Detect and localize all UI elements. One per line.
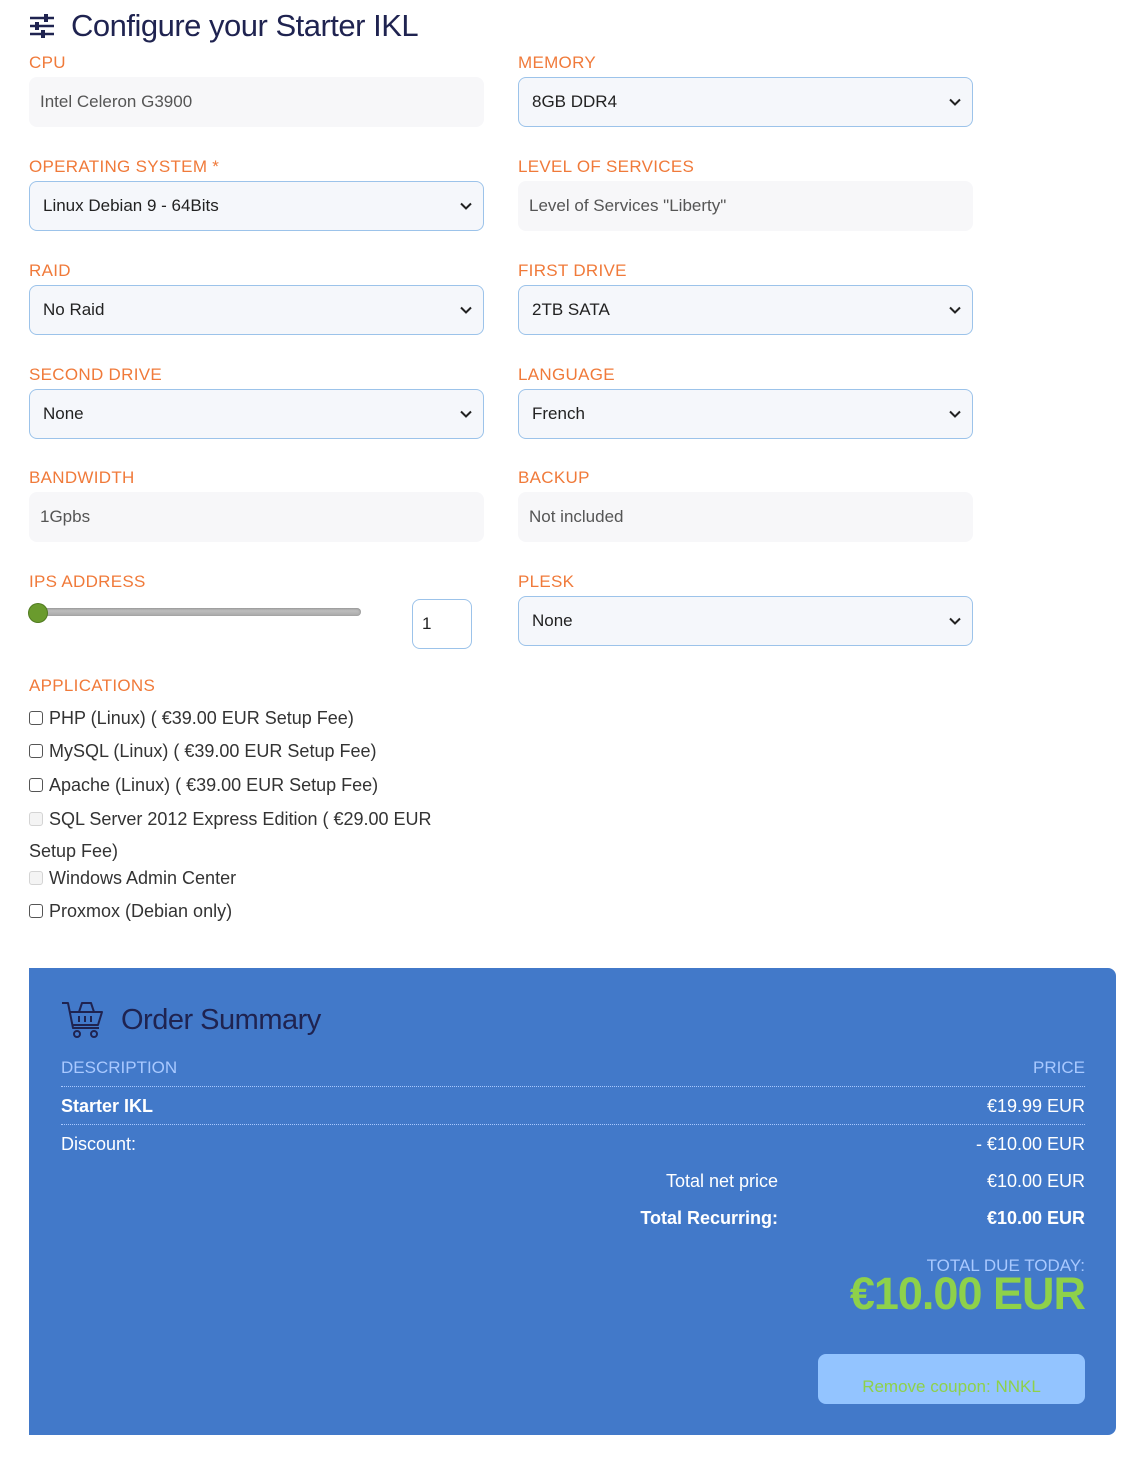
os-selected-value: Linux Debian 9 - 64Bits: [43, 196, 219, 215]
cpu-field: CPU Intel Celeron G3900: [29, 53, 484, 127]
price-column-header: PRICE: [1033, 1058, 1085, 1077]
plesk-field: PLESK None: [518, 572, 973, 646]
total-recurring-label: Total Recurring:: [640, 1208, 778, 1228]
level-of-services-label: LEVEL OF SERVICES: [518, 157, 695, 176]
plesk-select[interactable]: None: [518, 596, 973, 646]
app-option-label: MySQL (Linux) ( €39.00 EUR Setup Fee): [49, 741, 377, 761]
memory-selected-value: 8GB DDR4: [532, 92, 618, 111]
language-select[interactable]: French: [518, 389, 973, 439]
app-option-mysql[interactable]: MySQL (Linux) ( €39.00 EUR Setup Fee): [29, 735, 469, 767]
page-header: Configure your Starter IKL: [29, 8, 419, 44]
checkbox[interactable]: [29, 778, 43, 792]
raid-select[interactable]: No Raid: [29, 285, 484, 335]
app-option-apache[interactable]: Apache (Linux) ( €39.00 EUR Setup Fee): [29, 769, 469, 801]
raid-label: RAID: [29, 261, 71, 280]
app-option-label: Windows Admin Center: [49, 868, 237, 888]
plesk-selected-value: None: [532, 611, 573, 630]
chevron-down-icon: [949, 98, 961, 106]
checkbox[interactable]: [29, 711, 43, 725]
chevron-down-icon: [949, 410, 961, 418]
checkbox[interactable]: [29, 904, 43, 918]
page-title: Configure your Starter IKL: [71, 8, 419, 43]
app-option-label: SQL Server 2012 Express Edition ( €29.00…: [29, 809, 432, 861]
chevron-down-icon: [949, 617, 961, 625]
total-net-price-label: Total net price: [665, 1171, 778, 1191]
divider: [61, 1086, 1085, 1087]
order-summary-panel: Order Summary DESCRIPTION PRICE Starter …: [29, 968, 1116, 1435]
ips-address-label: IPS ADDRESS: [29, 572, 146, 591]
level-of-services-field: LEVEL OF SERVICES Level of Services "Lib…: [518, 157, 973, 231]
app-option-proxmox[interactable]: Proxmox (Debian only): [29, 895, 469, 927]
product-price: €19.99 EUR: [986, 1096, 1085, 1116]
app-option-label: Proxmox (Debian only): [49, 901, 233, 921]
checkbox[interactable]: [29, 744, 43, 758]
memory-select[interactable]: 8GB DDR4: [518, 77, 973, 127]
total-net-price-value: €10.00 EUR: [986, 1171, 1085, 1191]
language-selected-value: French: [532, 404, 585, 423]
first-drive-select[interactable]: 2TB SATA: [518, 285, 973, 335]
backup-value: Not included: [518, 492, 973, 542]
first-drive-selected-value: 2TB SATA: [532, 300, 610, 319]
first-drive-field: FIRST DRIVE 2TB SATA: [518, 261, 973, 335]
bandwidth-label: BANDWIDTH: [29, 468, 135, 487]
app-option-label: Apache (Linux) ( €39.00 EUR Setup Fee): [49, 775, 379, 795]
backup-field: BACKUP Not included: [518, 468, 973, 542]
total-recurring-value: €10.00 EUR: [986, 1208, 1085, 1228]
applications-label: APPLICATIONS: [29, 676, 156, 695]
total-due-today-amount: €10.00 EUR: [849, 1268, 1086, 1319]
language-field: LANGUAGE French: [518, 365, 973, 439]
app-option-windows-admin-center: Windows Admin Center: [29, 862, 469, 894]
os-field: OPERATING SYSTEM * Linux Debian 9 - 64Bi…: [29, 157, 484, 231]
checkbox: [29, 812, 43, 826]
language-label: LANGUAGE: [518, 365, 615, 384]
plesk-label: PLESK: [518, 572, 575, 591]
chevron-down-icon: [460, 410, 472, 418]
os-select[interactable]: Linux Debian 9 - 64Bits: [29, 181, 484, 231]
product-name: Starter IKL: [61, 1096, 154, 1116]
chevron-down-icon: [460, 306, 472, 314]
first-drive-label: FIRST DRIVE: [518, 261, 627, 280]
second-drive-field: SECOND DRIVE None: [29, 365, 484, 439]
slider-track[interactable]: [37, 608, 361, 616]
bandwidth-field: BANDWIDTH 1Gpbs: [29, 468, 484, 542]
app-option-sql-server: SQL Server 2012 Express Edition ( €29.00…: [29, 803, 454, 867]
sliders-icon: [30, 14, 54, 38]
bandwidth-value: 1Gpbs: [29, 492, 484, 542]
second-drive-selected-value: None: [43, 404, 84, 423]
os-label: OPERATING SYSTEM *: [29, 157, 220, 176]
memory-field: MEMORY 8GB DDR4: [518, 53, 973, 127]
second-drive-select[interactable]: None: [29, 389, 484, 439]
raid-field: RAID No Raid: [29, 261, 484, 335]
raid-selected-value: No Raid: [43, 300, 105, 319]
chevron-down-icon: [949, 306, 961, 314]
order-summary-title: Order Summary: [61, 1000, 321, 1040]
description-column-header: DESCRIPTION: [61, 1058, 178, 1077]
app-option-php[interactable]: PHP (Linux) ( €39.00 EUR Setup Fee): [29, 702, 469, 734]
cpu-value: Intel Celeron G3900: [29, 77, 484, 127]
second-drive-label: SECOND DRIVE: [29, 365, 163, 384]
ips-address-field: IPS ADDRESS: [29, 572, 484, 594]
chevron-down-icon: [460, 202, 472, 210]
discount-label: Discount:: [61, 1134, 137, 1154]
memory-label: MEMORY: [518, 53, 596, 72]
cpu-label: CPU: [29, 53, 66, 72]
ips-address-input[interactable]: 1: [412, 599, 472, 649]
backup-label: BACKUP: [518, 468, 590, 487]
level-of-services-value: Level of Services "Liberty": [518, 181, 973, 231]
ips-address-slider[interactable]: [29, 600, 364, 626]
checkbox: [29, 871, 43, 885]
slider-handle[interactable]: [29, 604, 47, 622]
shopping-cart-icon: [62, 1002, 103, 1038]
remove-coupon-button[interactable]: Remove coupon: NNKL: [818, 1354, 1085, 1404]
discount-value: - €10.00 EUR: [975, 1134, 1085, 1154]
app-option-label: PHP (Linux) ( €39.00 EUR Setup Fee): [49, 708, 354, 728]
divider: [61, 1124, 1085, 1125]
order-summary-heading: Order Summary: [121, 1003, 321, 1036]
